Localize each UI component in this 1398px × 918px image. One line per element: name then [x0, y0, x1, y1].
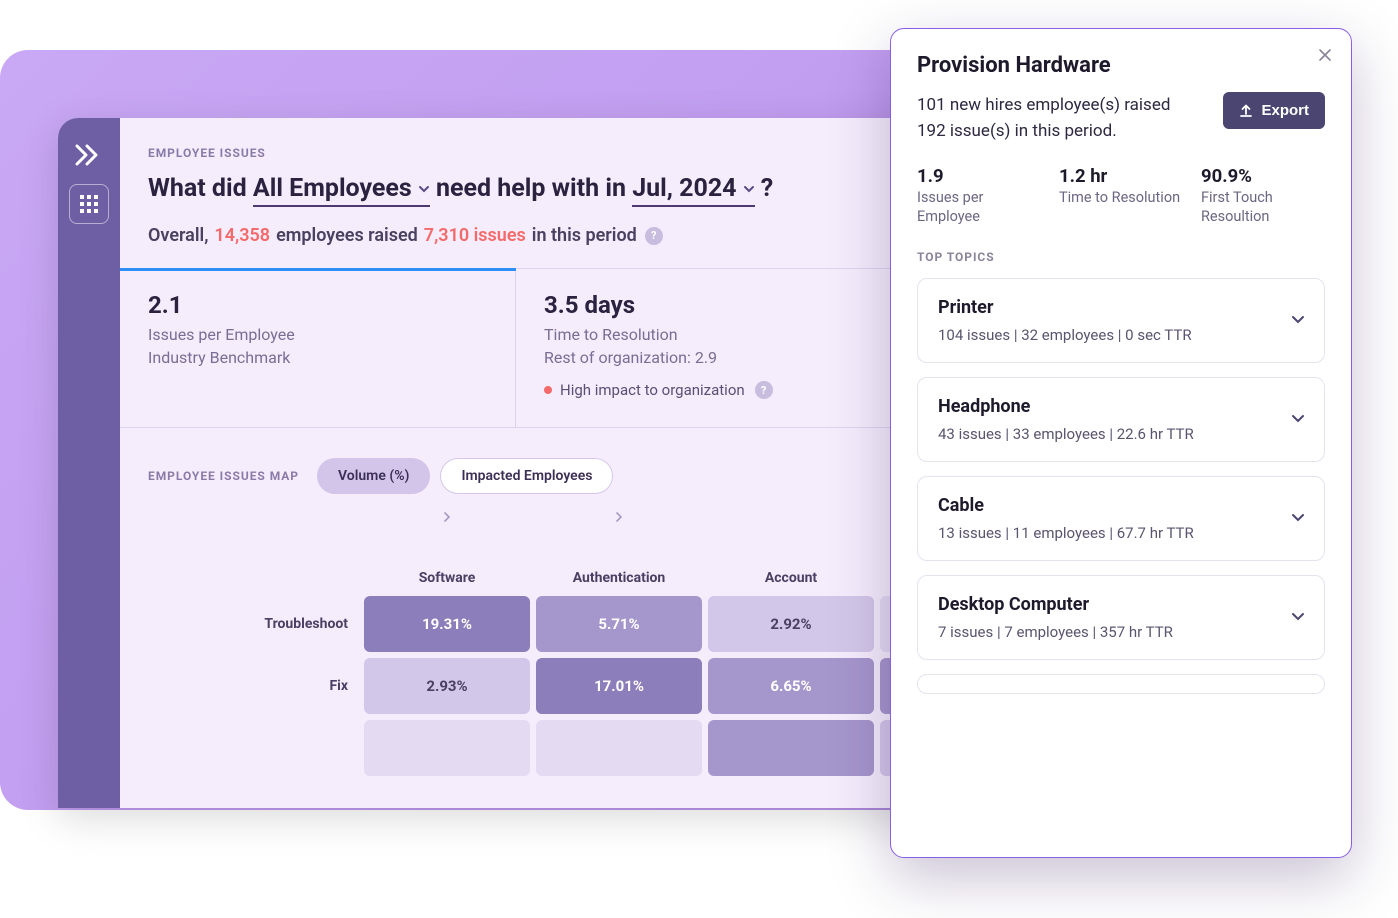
pill-volume[interactable]: Volume (%) [317, 458, 430, 494]
impact-dot-icon [544, 386, 552, 394]
summary-prefix: Overall, [148, 225, 208, 246]
help-icon[interactable]: ? [755, 381, 773, 399]
metric-value: 2.1 [148, 291, 487, 319]
metric-sublabel: Industry Benchmark [148, 348, 487, 367]
top-topics-heading: TOP TOPICS [917, 250, 1325, 264]
topic-title: Desktop Computer [938, 594, 1304, 615]
panel-metric-value: 90.9% [1201, 165, 1325, 187]
question-prefix: What did [148, 174, 253, 203]
period-value: Jul, 2024 [632, 174, 736, 203]
chevron-down-icon [1290, 608, 1306, 628]
panel-metrics: 1.9 Issues per Employee 1.2 hr Time to R… [917, 165, 1325, 227]
topic-title: Printer [938, 297, 1304, 318]
question-suffix: ? [761, 174, 773, 203]
topic-subtitle: 13 issues | 11 employees | 67.7 hr TTR [938, 524, 1304, 542]
topic-subtitle: 43 issues | 33 employees | 22.6 hr TTR [938, 425, 1304, 443]
metric-label: Issues per Employee [148, 325, 487, 344]
export-label: Export [1261, 102, 1309, 119]
help-icon[interactable]: ? [645, 227, 663, 245]
forward-icon [75, 144, 103, 166]
export-button[interactable]: Export [1223, 92, 1325, 129]
chevron-right-icon [614, 512, 624, 522]
topic-card[interactable]: Printer 104 issues | 32 employees | 0 se… [917, 278, 1325, 363]
column-header: Software [364, 570, 530, 586]
topic-card[interactable] [917, 674, 1325, 694]
pill-impacted-employees[interactable]: Impacted Employees [440, 458, 613, 494]
topic-title: Headphone [938, 396, 1304, 417]
panel-metric: 1.2 hr Time to Resolution [1059, 165, 1183, 227]
chevron-down-icon [1290, 410, 1306, 430]
impact-text: High impact to organization [560, 381, 745, 399]
topic-title: Cable [938, 495, 1304, 516]
heatmap-cell[interactable]: 17.01% [536, 658, 702, 714]
heatmap-cell[interactable]: 5.71% [536, 596, 702, 652]
heatmap-cell[interactable]: 2.92% [708, 596, 874, 652]
map-title: EMPLOYEE ISSUES MAP [148, 469, 299, 483]
employee-count: 14,358 [214, 225, 270, 246]
question-mid: need help with in [436, 174, 632, 203]
segment-value: All Employees [253, 174, 412, 203]
panel-metric-label: Time to Resolution [1059, 189, 1183, 208]
close-icon [1318, 48, 1332, 62]
row-label: Troubleshoot [238, 616, 358, 632]
panel-metric-label: First Touch Resoultion [1201, 189, 1325, 227]
topic-subtitle: 104 issues | 32 employees | 0 sec TTR [938, 326, 1304, 344]
active-tab-underline [120, 268, 516, 271]
topic-card[interactable]: Headphone 43 issues | 33 employees | 22.… [917, 377, 1325, 462]
heatmap-cell[interactable] [364, 720, 530, 776]
chevron-down-icon [743, 183, 755, 195]
summary-mid1: employees raised [276, 225, 418, 246]
heatmap-cell[interactable]: 19.31% [364, 596, 530, 652]
detail-panel: Provision Hardware 101 new hires employe… [890, 28, 1352, 858]
column-expand[interactable] [364, 512, 530, 522]
topic-subtitle: 7 issues | 7 employees | 357 hr TTR [938, 623, 1304, 641]
panel-metric-value: 1.9 [917, 165, 1041, 187]
panel-metric: 1.9 Issues per Employee [917, 165, 1041, 227]
heatmap-cell[interactable]: 6.65% [708, 658, 874, 714]
row-label: Fix [238, 678, 358, 694]
grid-icon [79, 194, 99, 214]
grid-button[interactable] [69, 184, 109, 224]
heatmap-cell[interactable]: 2.93% [364, 658, 530, 714]
chevron-right-icon [442, 512, 452, 522]
column-expand[interactable] [536, 512, 702, 522]
topic-card[interactable]: Cable 13 issues | 11 employees | 67.7 hr… [917, 476, 1325, 561]
panel-metric: 90.9% First Touch Resoultion [1201, 165, 1325, 227]
panel-metric-label: Issues per Employee [917, 189, 1041, 227]
panel-title: Provision Hardware [917, 53, 1325, 78]
panel-description: 101 new hires employee(s) raised 192 iss… [917, 92, 1197, 145]
panel-metric-value: 1.2 hr [1059, 165, 1183, 187]
sidebar [58, 118, 120, 808]
period-dropdown[interactable]: Jul, 2024 [632, 174, 754, 207]
segment-dropdown[interactable]: All Employees [253, 174, 430, 207]
issue-count: 7,310 issues [424, 225, 526, 246]
column-header: Account [708, 570, 874, 586]
metric-card-issues-per-employee[interactable]: 2.1 Issues per Employee Industry Benchma… [120, 269, 516, 427]
heatmap-cell[interactable] [708, 720, 874, 776]
upload-icon [1239, 104, 1253, 118]
chevron-down-icon [1290, 311, 1306, 331]
topic-card[interactable]: Desktop Computer 7 issues | 7 employees … [917, 575, 1325, 660]
heatmap-cell[interactable] [536, 720, 702, 776]
summary-suffix: in this period [532, 225, 637, 246]
map-pill-group: Volume (%) Impacted Employees [317, 458, 613, 494]
chevron-down-icon [1290, 509, 1306, 529]
close-button[interactable] [1313, 43, 1337, 67]
chevron-down-icon [418, 183, 430, 195]
column-header: Authentication [536, 570, 702, 586]
